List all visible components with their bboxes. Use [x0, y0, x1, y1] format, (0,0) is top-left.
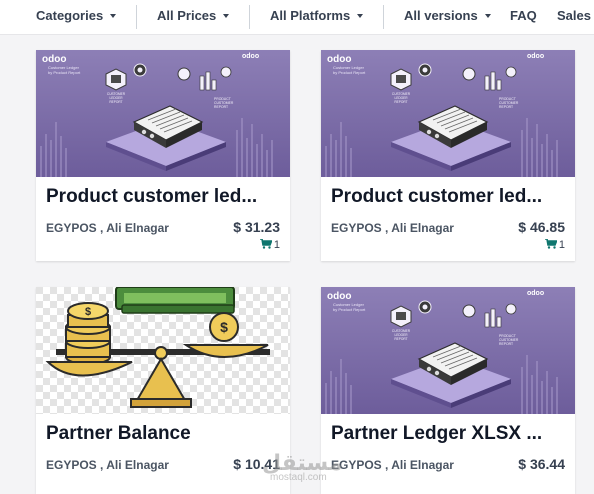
svg-text:by Product Report: by Product Report: [333, 307, 366, 312]
product-card[interactable]: CUSTOMER LEDGER REPORT PRODUCT CUSTOMER …: [321, 50, 575, 261]
product-title[interactable]: Product customer led...: [46, 186, 282, 208]
product-author: EGYPOS , Ali Elnagar: [331, 458, 454, 472]
chevron-down-icon: [223, 13, 230, 18]
filter-bar: Categories All Prices All Platforms All …: [0, 0, 594, 35]
svg-text:REPORT: REPORT: [499, 105, 513, 109]
product-title[interactable]: Product customer led...: [331, 186, 567, 208]
product-title[interactable]: Partner Balance: [46, 423, 282, 445]
svg-text:by Product Report: by Product Report: [333, 70, 366, 75]
svg-text:odoo: odoo: [527, 290, 544, 297]
prices-dropdown[interactable]: All Prices: [157, 8, 230, 23]
chevron-down-icon: [357, 13, 364, 18]
cart-icon: [259, 239, 272, 249]
svg-text:$: $: [220, 319, 228, 335]
sales-number: 1: [558, 239, 565, 251]
platforms-dropdown[interactable]: All Platforms: [270, 8, 364, 23]
svg-text:REPORT: REPORT: [109, 100, 122, 104]
prices-label: All Prices: [157, 8, 217, 23]
svg-text:odoo: odoo: [327, 54, 351, 65]
product-author: EGYPOS , Ali Elnagar: [46, 221, 169, 235]
product-price: $ 10.41: [233, 456, 280, 472]
filter-divider: [383, 5, 384, 29]
sales-count: 1: [544, 239, 565, 251]
product-author: EGYPOS , Ali Elnagar: [46, 458, 169, 472]
product-price: $ 46.85: [518, 219, 565, 235]
svg-text:odoo: odoo: [527, 53, 544, 60]
product-title[interactable]: Partner Ledger XLSX ...: [331, 423, 567, 445]
categories-dropdown[interactable]: Categories: [36, 8, 117, 23]
product-price: $ 36.44: [518, 456, 565, 472]
filter-divider: [136, 5, 137, 29]
svg-text:REPORT: REPORT: [214, 105, 228, 109]
chevron-down-icon: [110, 13, 117, 18]
product-card[interactable]: CUSTOMER LEDGER REPORT PRODUCT CUSTOMER …: [321, 287, 575, 494]
product-author: EGYPOS , Ali Elnagar: [331, 221, 454, 235]
svg-text:REPORT: REPORT: [394, 337, 407, 341]
product-thumbnail[interactable]: CUSTOMER LEDGER REPORT PRODUCT CUSTOMER …: [321, 287, 575, 414]
product-card[interactable]: CUSTOMER LEDGER REPORT PRODUCT CUSTOMER …: [36, 50, 290, 261]
svg-text:REPORT: REPORT: [394, 100, 407, 104]
svg-text:by Product Report: by Product Report: [48, 70, 81, 75]
svg-text:REPORT: REPORT: [499, 342, 513, 346]
cart-icon: [544, 239, 557, 249]
versions-dropdown[interactable]: All versions: [404, 8, 491, 23]
platforms-label: All Platforms: [270, 8, 351, 23]
sales-link[interactable]: Sales: [557, 8, 591, 23]
svg-text:odoo: odoo: [242, 53, 259, 60]
filter-divider: [249, 5, 250, 29]
svg-text:odoo: odoo: [327, 291, 351, 302]
svg-text:$: $: [85, 306, 91, 318]
sales-count: 1: [259, 239, 280, 251]
product-price: $ 31.23: [233, 219, 280, 235]
product-thumbnail[interactable]: CUSTOMER LEDGER REPORT PRODUCT CUSTOMER …: [321, 50, 575, 177]
svg-text:odoo: odoo: [42, 54, 66, 65]
sales-number: 1: [273, 239, 280, 251]
faq-link[interactable]: FAQ: [510, 8, 537, 23]
product-thumbnail[interactable]: $ $: [36, 287, 290, 414]
categories-label: Categories: [36, 8, 104, 23]
product-thumbnail[interactable]: CUSTOMER LEDGER REPORT PRODUCT CUSTOMER …: [36, 50, 290, 177]
chevron-down-icon: [484, 13, 491, 18]
product-card[interactable]: $ $ Partner Balance EGYPOS , Ali Elnagar…: [36, 287, 290, 494]
versions-label: All versions: [404, 8, 478, 23]
